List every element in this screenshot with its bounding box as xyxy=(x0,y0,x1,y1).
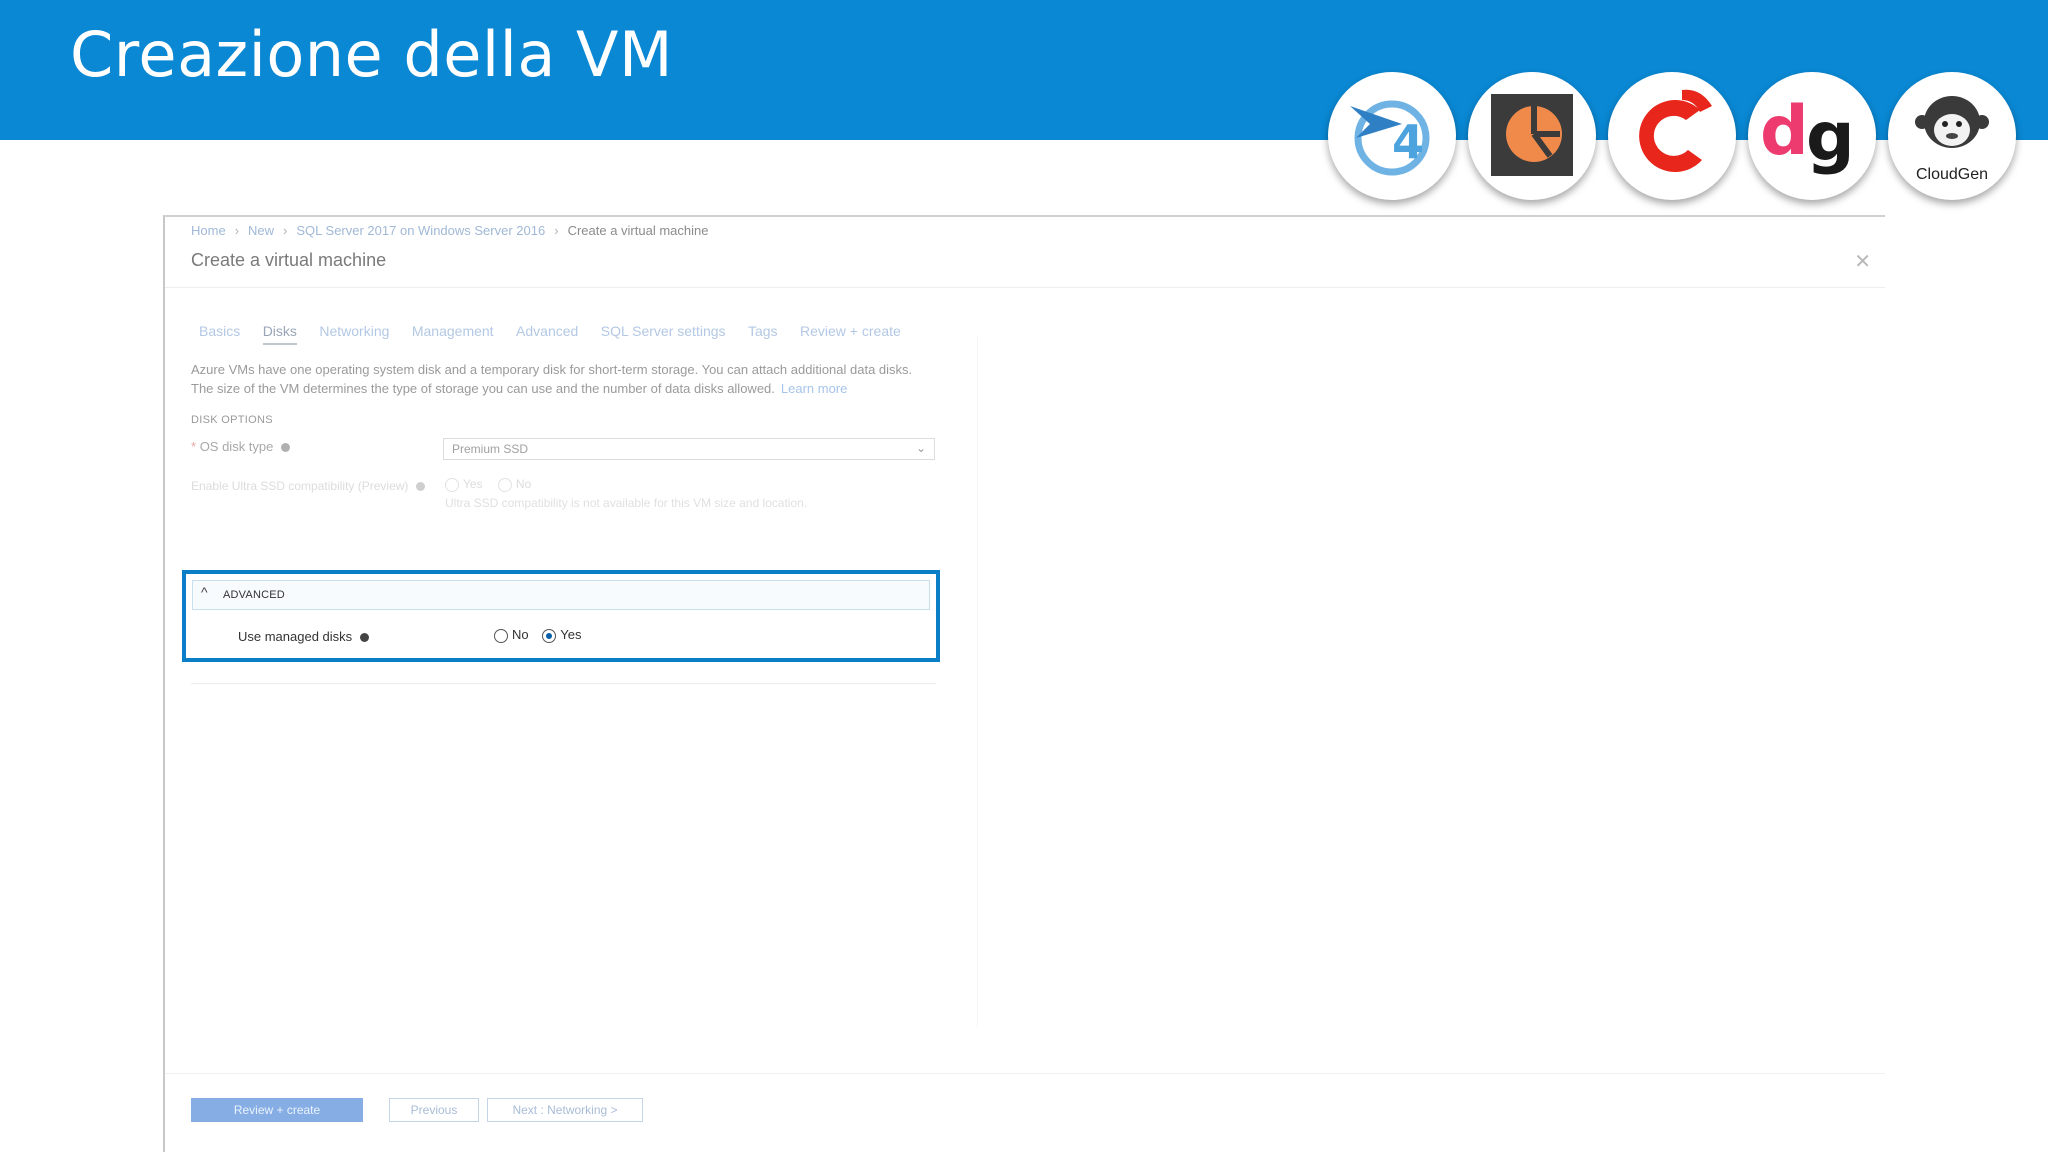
disks-description: Azure VMs have one operating system disk… xyxy=(191,360,991,398)
radio-icon xyxy=(494,628,508,643)
advanced-highlight: ^ ADVANCED Use managed disks No Yes xyxy=(182,570,940,662)
tab-networking[interactable]: Networking xyxy=(319,323,389,343)
managed-disks-no-label: No xyxy=(512,627,529,642)
breadcrumb-separator-icon: › xyxy=(234,223,240,238)
breadcrumb-separator-icon: › xyxy=(283,223,288,238)
os-disk-type-label: * OS disk type xyxy=(191,439,291,454)
description-line: The size of the VM determines the type o… xyxy=(191,381,775,396)
os-disk-type-value: Premium SSD xyxy=(452,442,529,456)
breadcrumb-sql-server[interactable]: SQL Server 2017 on Windows Server 2016 xyxy=(296,223,545,238)
os-disk-type-select[interactable]: Premium SSD ⌄ xyxy=(443,438,935,460)
os-disk-type-text: OS disk type xyxy=(199,439,274,454)
disk-options-heading: DISK OPTIONS xyxy=(191,414,273,426)
breadcrumb-home[interactable]: Home xyxy=(191,223,226,238)
cloudgen-label: CloudGen xyxy=(1915,166,1989,183)
svg-text:g: g xyxy=(1806,98,1855,177)
advanced-header-label: ADVANCED xyxy=(223,589,285,601)
radio-checked-icon xyxy=(542,628,557,643)
close-icon[interactable]: ✕ xyxy=(1854,249,1871,274)
ultra-yes-radio: Yes xyxy=(445,477,483,492)
divider xyxy=(165,287,1885,288)
divider xyxy=(165,1073,1885,1074)
cloudgen-monkey-logo-icon: CloudGen xyxy=(1888,72,2016,200)
breadcrumb-current: Create a virtual machine xyxy=(567,223,709,238)
next-networking-button[interactable]: Next : Networking > xyxy=(487,1098,643,1122)
managed-disks-label: Use managed disks xyxy=(238,629,369,644)
tab-basics[interactable]: Basics xyxy=(199,323,240,343)
managed-disks-no-radio[interactable]: No xyxy=(494,627,529,643)
chevron-up-icon: ^ xyxy=(201,584,208,600)
azure-portal-screenshot: Home › New › SQL Server 2017 on Windows Serv… xyxy=(163,215,1885,1152)
sponsor-logos: 4 d g CloudGen xyxy=(1328,72,2028,208)
breadcrumb-separator-icon: › xyxy=(554,223,559,238)
advanced-section-header[interactable]: ^ ADVANCED xyxy=(192,580,930,610)
ultra-no-label: No xyxy=(515,477,532,491)
tab-tags[interactable]: Tags xyxy=(748,323,778,343)
tab-sql-server-settings[interactable]: SQL Server settings xyxy=(601,323,726,343)
ultra-ssd-note: Ultra SSD compatibility is not available… xyxy=(445,496,808,510)
ultra-yes-label: Yes xyxy=(463,477,483,491)
blade-title: Create a virtual machine xyxy=(191,250,387,270)
managed-disks-yes-radio[interactable]: Yes xyxy=(542,627,581,643)
red-c-logo-icon xyxy=(1608,72,1736,200)
cloud-4-logo-icon: 4 xyxy=(1328,72,1456,200)
tab-advanced[interactable]: Advanced xyxy=(516,323,578,343)
tab-bar: Basics Disks Networking Management Advan… xyxy=(199,323,919,345)
chevron-down-icon: ⌄ xyxy=(915,441,926,455)
review-create-button[interactable]: Review + create xyxy=(191,1098,363,1122)
info-icon[interactable] xyxy=(281,443,291,453)
info-icon xyxy=(415,482,425,492)
managed-disks-radio-group: No Yes xyxy=(494,627,591,643)
ultra-ssd-label: Enable Ultra SSD compatibility (Preview) xyxy=(191,479,425,493)
orange-pie-logo-icon xyxy=(1468,72,1596,200)
dg-logo-icon: d g xyxy=(1748,72,1876,200)
tab-management[interactable]: Management xyxy=(412,323,494,343)
managed-disks-yes-label: Yes xyxy=(560,627,582,642)
ultra-no-radio: No xyxy=(497,477,532,492)
radio-icon xyxy=(445,477,459,492)
tab-review-create[interactable]: Review + create xyxy=(800,323,901,343)
ultra-ssd-text: Enable Ultra SSD compatibility (Preview) xyxy=(191,479,409,493)
breadcrumb: Home › New › SQL Server 2017 on Windows Serv… xyxy=(191,223,708,238)
tab-disks[interactable]: Disks xyxy=(262,323,297,345)
breadcrumb-new[interactable]: New xyxy=(248,223,274,238)
svg-text:d: d xyxy=(1760,92,1809,171)
slide-title: Creazione della VM xyxy=(70,18,673,91)
previous-button[interactable]: Previous xyxy=(389,1098,479,1122)
radio-icon xyxy=(497,477,512,492)
description-line: Azure VMs have one operating system disk… xyxy=(191,362,913,377)
learn-more-link[interactable]: Learn more xyxy=(781,381,847,396)
required-icon: * xyxy=(191,439,197,454)
divider xyxy=(977,337,978,1027)
ultra-ssd-radio-group: Yes No xyxy=(445,477,531,492)
divider xyxy=(191,683,936,684)
managed-disks-text: Use managed disks xyxy=(238,629,353,644)
svg-text:4: 4 xyxy=(1392,115,1424,169)
info-icon[interactable] xyxy=(359,633,369,643)
